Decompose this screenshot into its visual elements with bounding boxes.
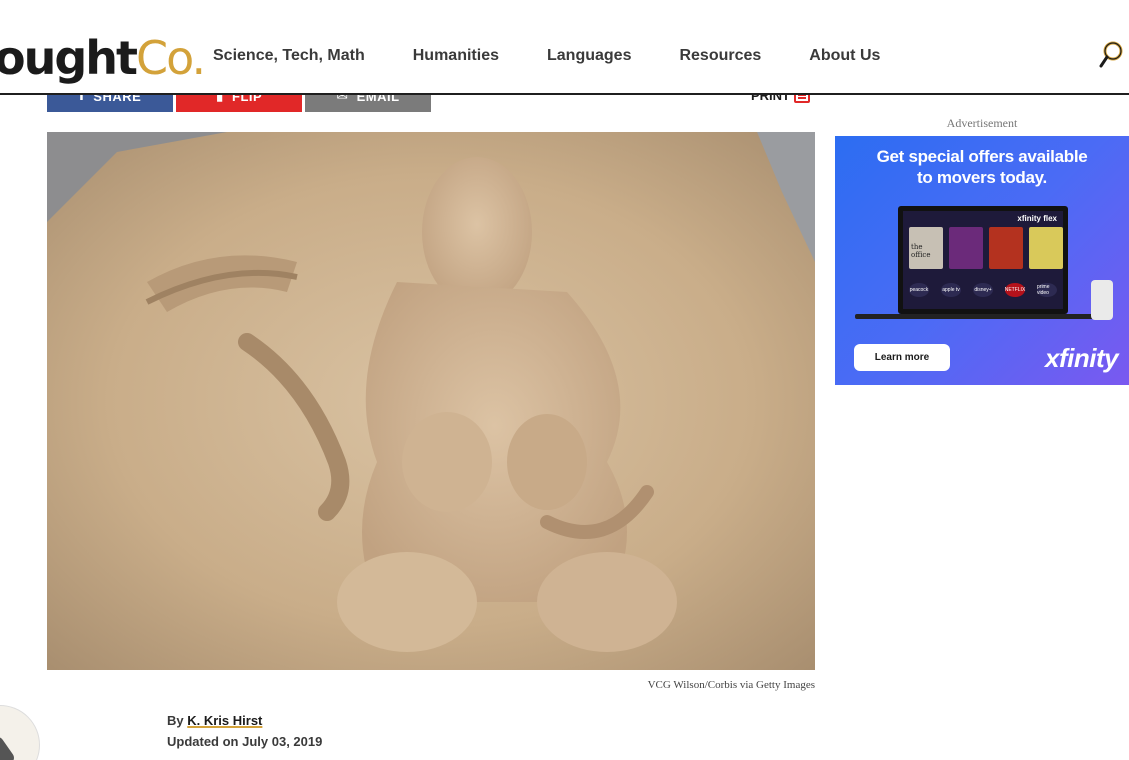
byline: By K. Kris Hirst [167, 711, 262, 731]
tv-app-netflix: NETFLIX [1005, 283, 1025, 297]
tv-tile-show [949, 227, 983, 269]
tv-tile-movie [989, 227, 1023, 269]
logo-co-text: Co. [136, 31, 206, 85]
image-caption: VCG Wilson/Corbis via Getty Images [647, 679, 815, 691]
tv-app-disney: disney+ [973, 283, 993, 297]
nav-resources[interactable]: Resources [679, 46, 761, 66]
tv-app-peacock: peacock [909, 283, 929, 297]
ad-headline-line1: Get special offers available [876, 147, 1088, 166]
search-icon [1099, 41, 1123, 68]
main-nav: Science, Tech, Math Humanities Languages… [213, 46, 928, 66]
ad-headline-line2: to movers today. [917, 168, 1047, 187]
logo-text: ought [0, 31, 138, 85]
nav-languages[interactable]: Languages [547, 46, 631, 66]
tv-tile-yellowstone [1029, 227, 1063, 269]
tv-tile-office: the office [909, 227, 943, 269]
site-logo[interactable]: oughtCo. [0, 28, 206, 88]
ad-tv-image: xfinity flex the office peacock apple tv… [898, 206, 1068, 314]
tv-app-appletv: apple tv [941, 283, 961, 297]
tv-app-prime: prime video [1037, 283, 1057, 297]
nav-science-tech-math[interactable]: Science, Tech, Math [213, 46, 365, 66]
ad-brand-logo: xfinity [1045, 343, 1119, 373]
tv-stand [865, 314, 1095, 319]
ad-router [1091, 280, 1113, 320]
xfinity-ad[interactable]: Get special offers available to movers t… [835, 136, 1129, 385]
tv-brand: xfinity flex [1017, 214, 1057, 223]
ad-headline: Get special offers available to movers t… [835, 146, 1129, 188]
updated-date: Updated on July 03, 2019 [167, 734, 323, 749]
ad-label: Advertisement [946, 116, 1018, 130]
hero-image [47, 132, 815, 670]
site-header: oughtCo. Science, Tech, Math Humanities … [0, 0, 1129, 95]
author-link[interactable]: K. Kris Hirst [187, 713, 262, 728]
ad-learn-more-button[interactable]: Learn more [854, 344, 950, 371]
nav-humanities[interactable]: Humanities [413, 46, 499, 66]
tv-show-title: the office [911, 243, 931, 259]
byline-prefix: By [167, 713, 184, 728]
author-avatar[interactable] [0, 705, 40, 760]
tv-screen: xfinity flex the office peacock apple tv… [903, 211, 1063, 309]
venus-of-laussel-relief [47, 132, 815, 670]
ad-remote [855, 314, 873, 319]
search-button[interactable] [1098, 40, 1124, 70]
nav-about-us[interactable]: About Us [809, 46, 880, 66]
